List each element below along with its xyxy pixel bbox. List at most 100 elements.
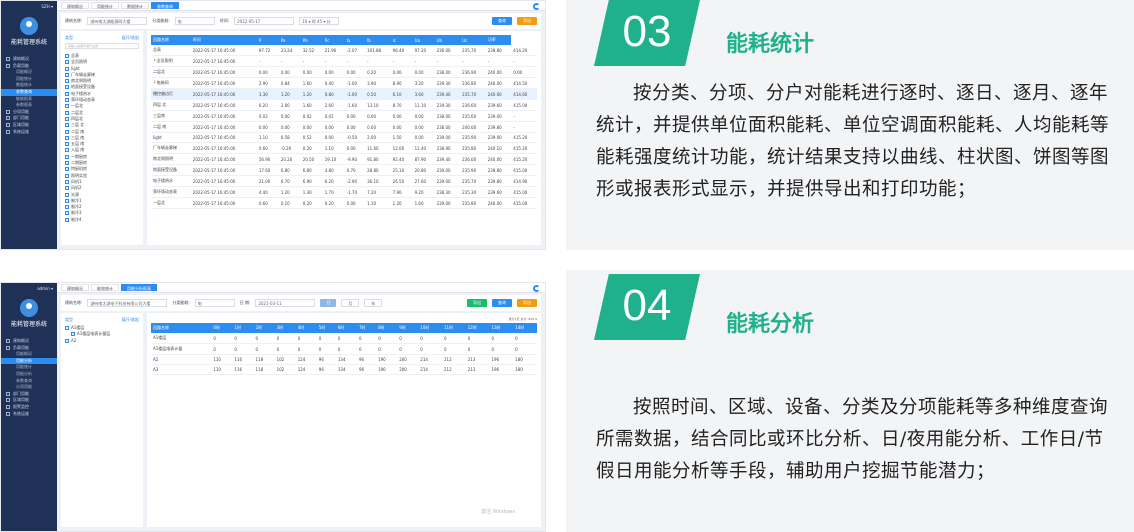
checkbox-icon[interactable] bbox=[65, 79, 69, 84]
checkbox-icon[interactable] bbox=[65, 173, 69, 178]
table-row[interactable]: 南北侧照明 2022-05-17 16:45:00 56.90 20.20 20.50 1… bbox=[151, 153, 537, 165]
column-header[interactable]: 13时 bbox=[489, 323, 514, 333]
sidebar-item[interactable]: 用能概况 bbox=[1, 69, 57, 76]
checkbox-icon[interactable] bbox=[65, 154, 69, 159]
tree-node[interactable]: A2 bbox=[65, 338, 139, 344]
column-header[interactable]: Uc bbox=[460, 35, 486, 45]
sidebar-item[interactable]: 用能分析 bbox=[1, 371, 57, 378]
sidebar-item[interactable]: 负载用能 bbox=[1, 345, 57, 352]
column-header[interactable]: 0时 bbox=[211, 323, 233, 333]
tab-2[interactable]: 数据统计 bbox=[121, 2, 149, 9]
query-button[interactable]: 查询 bbox=[492, 17, 512, 25]
sidebar-item[interactable]: 能耗报表 bbox=[1, 96, 57, 103]
table-row[interactable]: 厂车辆走廊梯 2022-05-17 16:45:00 0.60 -0.20 0.20 1.… bbox=[151, 142, 537, 154]
sidebar-item[interactable]: 区域用能 bbox=[1, 397, 57, 404]
checkbox-icon[interactable] bbox=[65, 104, 69, 109]
table-row[interactable]: 四层 北 2022-05-17 16:45:00 6.20 2.00 1.60 2.60-… bbox=[151, 99, 537, 111]
column-header[interactable]: Ib bbox=[365, 35, 391, 45]
sidebar-item[interactable]: 用能分析 bbox=[1, 357, 57, 365]
column-header[interactable]: 5时 bbox=[316, 323, 336, 333]
column-header[interactable]: 时间 bbox=[190, 35, 257, 45]
sidebar-item[interactable]: 系统运维 bbox=[1, 129, 57, 136]
mode-month-button[interactable]: 月 bbox=[341, 299, 360, 307]
checkbox-icon[interactable] bbox=[65, 211, 69, 216]
sidebar-item[interactable]: 参数查询 bbox=[1, 88, 57, 96]
checkbox-icon[interactable] bbox=[65, 91, 69, 96]
export-button[interactable]: 导出 bbox=[517, 17, 537, 25]
sidebar-item[interactable]: 建筑概况 bbox=[1, 338, 57, 345]
tree-toggle[interactable]: 展开/收起 bbox=[122, 317, 139, 323]
table-row[interactable]: A2 110 116 118 102 124 96 134 96 190 200 214 212 213 1… bbox=[151, 354, 537, 365]
table-row[interactable]: 二层 南 2022-05-17 16:45:00 0.00 0.00 0.00 0.00 0… bbox=[151, 121, 537, 133]
extra-export-button[interactable]: 导出 bbox=[517, 299, 537, 307]
sidebar-item[interactable]: 数据统计 bbox=[1, 82, 57, 89]
column-header[interactable]: Pc bbox=[322, 35, 345, 45]
sidebar-item[interactable]: 用能概况 bbox=[1, 351, 57, 358]
tree-node[interactable]: 制冷4 bbox=[65, 217, 139, 223]
column-header[interactable]: 7时 bbox=[356, 323, 377, 333]
checkbox-icon[interactable] bbox=[65, 326, 69, 330]
column-header[interactable]: 1时 bbox=[232, 323, 254, 333]
sidebar-item[interactable]: 报警监控 bbox=[1, 404, 57, 411]
sidebar-item[interactable]: 区域用能 bbox=[1, 122, 57, 129]
column-header[interactable]: 11时 bbox=[442, 323, 466, 333]
column-header[interactable]: 功率 bbox=[485, 35, 512, 45]
table-row[interactable]: 总表 2022-05-17 16:45:00 97.72 23.24 32.52 21.9… bbox=[151, 45, 537, 56]
building-select[interactable]: 湖州南太湖电子科技有限公司大楼 bbox=[87, 299, 168, 307]
column-header[interactable]: Pa bbox=[278, 35, 301, 45]
column-header[interactable]: Ic bbox=[390, 35, 413, 45]
column-header[interactable]: 10时 bbox=[418, 323, 442, 333]
table-row[interactable]: └ 电梯间 2022-05-17 16:45:00 2.90 0.84 1.60 0.40… bbox=[151, 77, 537, 89]
checkbox-icon[interactable] bbox=[65, 72, 69, 77]
table-row[interactable]: 一层北 2022-05-17 16:45:00 0.60 0.10 0.20 0.20 0.… bbox=[151, 197, 537, 209]
table-row[interactable]: 地面接受设备 2022-05-17 16:45:00 17.60 6.80 6.80 4.… bbox=[151, 164, 537, 176]
column-header[interactable]: 6时 bbox=[335, 323, 357, 333]
column-header[interactable]: 3时 bbox=[274, 323, 296, 333]
table-row[interactable]: 三层南 2022-05-17 16:45:00 0.02 0.00 0.02 0.01 0.… bbox=[151, 110, 537, 122]
tab-2[interactable]: 用能分析报表 bbox=[121, 284, 157, 291]
tab-3[interactable]: 参数查询 bbox=[151, 2, 179, 9]
hour-minute-select[interactable]: 16 ▾ 时 45 ▾ 分 bbox=[299, 17, 340, 25]
table-row[interactable]: A1楼层电表计量 0 0 0 0 0 0 0 0 0 0 0 0 0 0 0 bbox=[151, 343, 537, 355]
checkbox-icon[interactable] bbox=[65, 179, 69, 184]
sidebar-item[interactable]: 用能统计 bbox=[1, 76, 57, 83]
checkbox-icon[interactable] bbox=[65, 129, 69, 134]
date-input[interactable]: 2022-05-17 bbox=[234, 17, 295, 25]
column-header[interactable]: Ub bbox=[434, 35, 461, 45]
sidebar-item[interactable]: 用能统计 bbox=[1, 364, 57, 371]
sidebar-item[interactable]: 部门用能 bbox=[1, 115, 57, 122]
checkbox-icon[interactable] bbox=[65, 198, 69, 203]
column-header[interactable]: 回路名称 bbox=[151, 35, 191, 45]
table-row[interactable]: 荣环境动态表 2022-05-17 16:45:00 4.40 1.20 1.30 1.7… bbox=[151, 186, 537, 198]
tab-0[interactable]: 建筑概况 bbox=[61, 284, 89, 291]
checkbox-icon[interactable] bbox=[65, 116, 69, 121]
table-row[interactable]: └ 全员照明 2022-05-17 16:45:00- - - - - - - - - - - - bbox=[151, 55, 537, 67]
column-header[interactable]: Ua bbox=[412, 35, 435, 45]
checkbox-icon[interactable] bbox=[65, 205, 69, 210]
sidebar-item[interactable]: 系统运维 bbox=[1, 411, 57, 418]
user-menu[interactable]: admin ▾ bbox=[1, 283, 57, 295]
table-row[interactable]: A3 110 116 118 102 124 96 134 96 190 200 214 212 213 1… bbox=[151, 364, 537, 375]
tab-1[interactable]: 用能统计 bbox=[91, 2, 119, 9]
tab-1[interactable]: 能效统计 bbox=[91, 284, 119, 291]
checkbox-icon[interactable] bbox=[65, 217, 69, 222]
building-select[interactable]: 湖州南太湖能源网大楼 bbox=[87, 17, 148, 25]
tree-search-input[interactable]: 请输入关键字进行过滤 bbox=[65, 43, 139, 49]
column-header[interactable]: 14时 bbox=[513, 323, 537, 333]
mode-year-button[interactable]: 年 bbox=[364, 299, 383, 307]
sidebar-item[interactable]: 参数图表 bbox=[1, 102, 57, 109]
category-select[interactable]: 电 bbox=[194, 299, 235, 307]
checkbox-icon[interactable] bbox=[65, 66, 69, 71]
sidebar-item[interactable]: 部门用能 bbox=[1, 391, 57, 398]
checkbox-icon[interactable] bbox=[71, 332, 75, 337]
mode-day-button[interactable]: 日 bbox=[320, 299, 337, 307]
checkbox-icon[interactable] bbox=[65, 135, 69, 140]
checkbox-icon[interactable] bbox=[65, 338, 69, 343]
checkbox-icon[interactable] bbox=[65, 54, 69, 58]
checkbox-icon[interactable] bbox=[65, 98, 69, 103]
table-row[interactable]: 播控偏边灯 2022-05-17 16:45:00 3.30 1.20 1.20 0.80… bbox=[151, 88, 537, 100]
sidebar-item[interactable]: 负载用能 bbox=[1, 63, 57, 70]
checkbox-icon[interactable] bbox=[65, 161, 69, 166]
column-header[interactable]: 9时 bbox=[397, 323, 419, 333]
category-select[interactable]: 电 bbox=[174, 17, 215, 25]
